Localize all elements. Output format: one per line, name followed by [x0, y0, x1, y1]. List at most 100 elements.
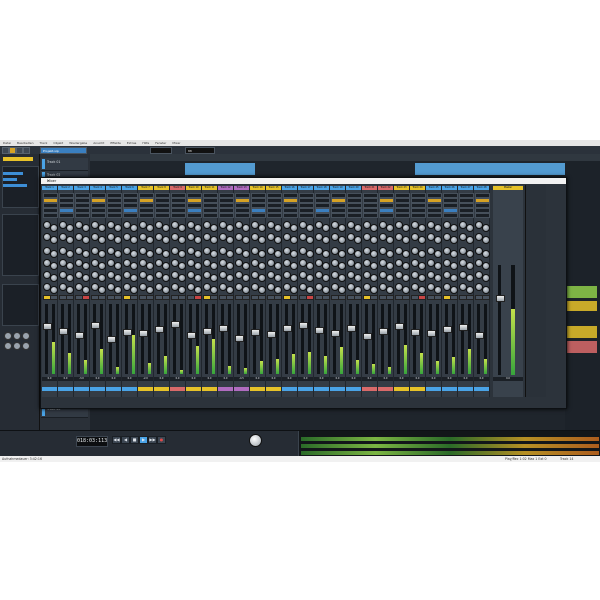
mute-button[interactable]: [370, 295, 378, 300]
channel-knob-icon[interactable]: [450, 224, 458, 232]
fader-handle[interactable]: [59, 328, 68, 335]
channel-knob-icon[interactable]: [402, 236, 410, 244]
channel-knob-icon[interactable]: [66, 286, 74, 294]
undo-icon[interactable]: [23, 147, 30, 154]
channel-knob-icon[interactable]: [370, 262, 378, 270]
mute-button[interactable]: [162, 295, 170, 300]
inspector-knob-1[interactable]: [4, 332, 12, 340]
insert-slot[interactable]: [427, 213, 442, 218]
channel-knob-icon[interactable]: [290, 250, 298, 258]
channel-knob-icon[interactable]: [130, 250, 138, 258]
channel-knob-icon[interactable]: [450, 250, 458, 258]
channel-knob-icon[interactable]: [418, 250, 426, 258]
channel-knob-icon[interactable]: [50, 286, 58, 294]
inspector-knob-6[interactable]: [22, 342, 30, 350]
insert-slot[interactable]: [219, 213, 234, 218]
mute-button[interactable]: [210, 295, 218, 300]
menu-item[interactable]: Effekte: [110, 141, 121, 145]
zoom-field[interactable]: [150, 147, 172, 154]
channel-knob-icon[interactable]: [434, 236, 442, 244]
channel-knob-icon[interactable]: [82, 274, 90, 282]
audio-clip[interactable]: [567, 341, 597, 353]
channel-knob-icon[interactable]: [210, 286, 218, 294]
fader-handle[interactable]: [123, 329, 132, 336]
channel-knob-icon[interactable]: [482, 250, 490, 258]
insert-slot[interactable]: [139, 213, 154, 218]
channel-knob-icon[interactable]: [178, 262, 186, 270]
channel-knob-icon[interactable]: [306, 236, 314, 244]
channel-knob-icon[interactable]: [146, 236, 154, 244]
channel-knob-icon[interactable]: [274, 286, 282, 294]
inspector-knob-2[interactable]: [13, 332, 21, 340]
channel-knob-icon[interactable]: [290, 274, 298, 282]
mute-button[interactable]: [402, 295, 410, 300]
channel-knob-icon[interactable]: [258, 274, 266, 282]
channel-knob-icon[interactable]: [66, 224, 74, 232]
channel-knob-icon[interactable]: [242, 250, 250, 258]
channel-knob-icon[interactable]: [258, 236, 266, 244]
inspector-knob-3[interactable]: [22, 332, 30, 340]
channel-knob-icon[interactable]: [82, 224, 90, 232]
channel-knob-icon[interactable]: [354, 274, 362, 282]
channel-knob-icon[interactable]: [114, 250, 122, 258]
channel-knob-icon[interactable]: [338, 286, 346, 294]
menu-item[interactable]: Extras: [127, 141, 136, 145]
insert-slot[interactable]: [395, 213, 410, 218]
channel-knob-icon[interactable]: [354, 262, 362, 270]
mute-button[interactable]: [226, 295, 234, 300]
fader-track[interactable]: [461, 304, 464, 374]
channel-knob-icon[interactable]: [386, 236, 394, 244]
fader-track[interactable]: [349, 304, 352, 374]
mute-button[interactable]: [434, 295, 442, 300]
menu-item[interactable]: Fenster: [155, 141, 166, 145]
inspector-knob-5[interactable]: [13, 342, 21, 350]
channel-knob-icon[interactable]: [194, 250, 202, 258]
channel-knob-icon[interactable]: [274, 250, 282, 258]
channel-knob-icon[interactable]: [434, 250, 442, 258]
fader-handle[interactable]: [459, 324, 468, 331]
fader-handle[interactable]: [235, 335, 244, 342]
channel-knob-icon[interactable]: [306, 286, 314, 294]
channel-knob-icon[interactable]: [98, 286, 106, 294]
channel-knob-icon[interactable]: [178, 286, 186, 294]
mute-button[interactable]: [290, 295, 298, 300]
channel-knob-icon[interactable]: [130, 236, 138, 244]
channel-knob-icon[interactable]: [50, 274, 58, 282]
channel-knob-icon[interactable]: [162, 236, 170, 244]
fader-handle[interactable]: [43, 323, 52, 330]
channel-knob-icon[interactable]: [210, 224, 218, 232]
channel-knob-icon[interactable]: [386, 286, 394, 294]
mute-button[interactable]: [130, 295, 138, 300]
channel-knob-icon[interactable]: [434, 286, 442, 294]
channel-knob-icon[interactable]: [178, 274, 186, 282]
channel-knob-icon[interactable]: [386, 262, 394, 270]
insert-slot[interactable]: [283, 213, 298, 218]
channel-knob-icon[interactable]: [98, 262, 106, 270]
fader-handle[interactable]: [139, 330, 148, 337]
channel-knob-icon[interactable]: [290, 286, 298, 294]
channel-knob-icon[interactable]: [322, 262, 330, 270]
insert-slot[interactable]: [155, 213, 170, 218]
channel-knob-icon[interactable]: [162, 262, 170, 270]
mute-button[interactable]: [418, 295, 426, 300]
channel-knob-icon[interactable]: [242, 286, 250, 294]
insert-slot[interactable]: [203, 213, 218, 218]
channel-knob-icon[interactable]: [258, 286, 266, 294]
channel-knob-icon[interactable]: [226, 286, 234, 294]
channel-knob-icon[interactable]: [178, 250, 186, 258]
save-icon[interactable]: [16, 147, 23, 154]
insert-slot[interactable]: [379, 213, 394, 218]
channel-knob-icon[interactable]: [258, 250, 266, 258]
fader-handle[interactable]: [315, 327, 324, 334]
channel-knob-icon[interactable]: [322, 286, 330, 294]
fader-track[interactable]: [205, 304, 208, 374]
mute-button[interactable]: [242, 295, 250, 300]
channel-knob-icon[interactable]: [402, 250, 410, 258]
mute-button[interactable]: [114, 295, 122, 300]
channel-knob-icon[interactable]: [338, 250, 346, 258]
new-file-icon[interactable]: [2, 147, 9, 154]
channel-knob-icon[interactable]: [178, 236, 186, 244]
channel-knob-icon[interactable]: [402, 224, 410, 232]
channel-knob-icon[interactable]: [386, 274, 394, 282]
insert-slot[interactable]: [123, 213, 138, 218]
